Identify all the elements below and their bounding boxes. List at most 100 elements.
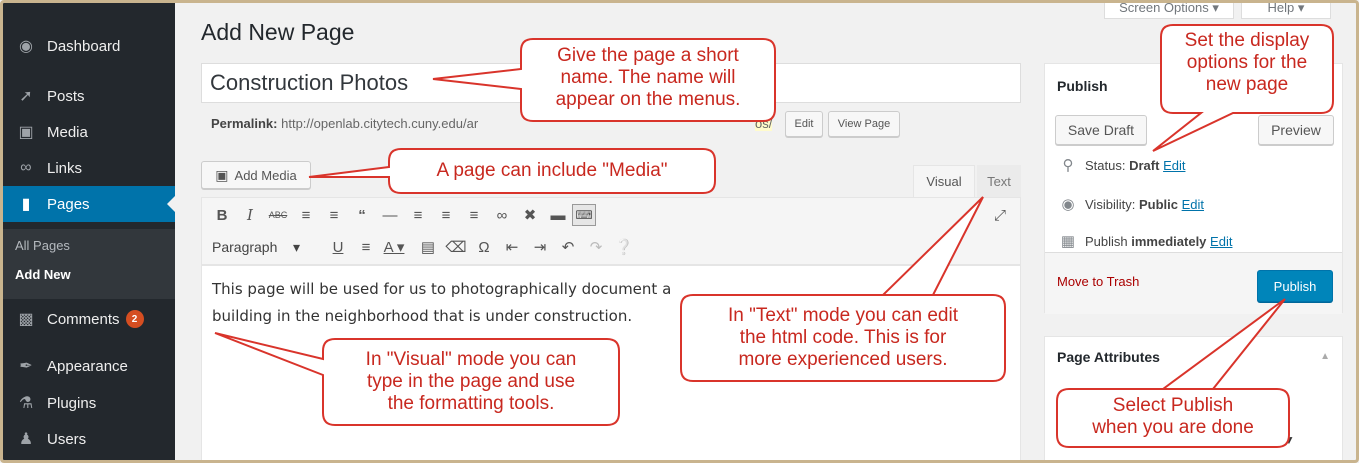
- sidebar-item-media[interactable]: ▣ Media: [3, 114, 175, 150]
- strikethrough-icon[interactable]: ABC: [264, 202, 292, 228]
- preview-button[interactable]: Preview: [1258, 115, 1334, 145]
- sidebar-item-posts[interactable]: ➚ Posts: [3, 78, 175, 114]
- screenshot-frame: ◉ Dashboard ➚ Posts ▣ Media ∞ Links ▮ Pa…: [0, 0, 1359, 463]
- sidebar-item-label: Links: [47, 159, 83, 177]
- sidebar-item-dashboard[interactable]: ◉ Dashboard: [3, 28, 175, 64]
- paste-text-icon[interactable]: ▤: [414, 234, 442, 260]
- publish-box: Publish Save Draft Preview ⚲ Status: Dra…: [1044, 63, 1343, 314]
- fullscreen-icon[interactable]: ⤢: [986, 202, 1014, 228]
- users-icon: ♟: [18, 431, 34, 448]
- status-label: Status:: [1085, 157, 1126, 173]
- sidebar-item-label: Plugins: [47, 394, 97, 412]
- submenu-all-pages[interactable]: All Pages: [15, 238, 70, 253]
- callout-visual-mode-text: In "Visual" mode you can type in the page…: [365, 349, 577, 414]
- pin-icon: ➚: [19, 88, 33, 105]
- submenu-add-new[interactable]: Add New: [15, 267, 71, 282]
- visibility-value: Public: [1138, 196, 1178, 212]
- callout-name-text: Give the page a short name. The name will…: [555, 45, 741, 110]
- sidebar-item-users[interactable]: ♟ Users: [3, 421, 175, 457]
- help-icon[interactable]: ❔: [610, 234, 638, 260]
- move-to-trash-link[interactable]: Move to Trash: [1057, 274, 1139, 289]
- page-title: Add New Page: [201, 19, 355, 45]
- permalink-slug[interactable]: os/: [755, 116, 773, 131]
- help-tab[interactable]: Help ▾: [1241, 0, 1331, 19]
- editor-toolbar: B I ABC ≡ ≡ “ — ≡ ≡ ≡ ∞ ✖ ▬ ⌨ Paragraph …: [201, 197, 1021, 265]
- plugin-icon: ⚗: [18, 395, 34, 412]
- schedule-value: immediately: [1131, 233, 1207, 249]
- sidebar-item-comments[interactable]: ▩ Comments 2: [3, 301, 175, 337]
- schedule-label: Publish: [1085, 233, 1128, 249]
- eye-icon: ◉: [1061, 196, 1075, 213]
- numbered-list-icon[interactable]: ≡: [320, 202, 348, 228]
- align-right-icon[interactable]: ≡: [460, 202, 488, 228]
- save-draft-button[interactable]: Save Draft: [1055, 115, 1147, 145]
- read-more-icon[interactable]: ▬: [544, 202, 572, 228]
- content-line-2: building in the neighborhood that is und…: [212, 307, 633, 325]
- sidebar-item-label: Media: [47, 123, 88, 141]
- callout-publish-text: Select Publish when you are done: [1092, 395, 1254, 438]
- calendar-icon: ▦: [1060, 233, 1076, 250]
- screen-options-label: Screen Options: [1119, 0, 1209, 15]
- permalink-edit-button[interactable]: Edit: [785, 111, 823, 137]
- callout-media-text: A page can include "Media": [436, 160, 668, 181]
- status-value: Draft: [1129, 157, 1160, 173]
- justify-icon[interactable]: ≡: [352, 234, 380, 260]
- indent-icon[interactable]: ⇥: [526, 234, 554, 260]
- special-character-icon[interactable]: Ω: [470, 234, 498, 260]
- pages-icon: ▮: [21, 196, 31, 213]
- toolbar-toggle-icon[interactable]: ⌨: [572, 204, 596, 226]
- bold-icon[interactable]: B: [208, 202, 236, 228]
- pin-icon: ⚲: [1062, 157, 1074, 174]
- horizontal-line-icon[interactable]: —: [376, 202, 404, 228]
- undo-icon[interactable]: ↶: [554, 234, 582, 260]
- view-page-button[interactable]: View Page: [828, 111, 900, 137]
- tab-text[interactable]: Text: [977, 165, 1021, 197]
- sidebar-item-appearance[interactable]: ✒ Appearance: [3, 348, 175, 384]
- insert-link-icon[interactable]: ∞: [488, 202, 516, 228]
- blockquote-icon[interactable]: “: [348, 202, 376, 228]
- pages-submenu: All Pages Add New: [3, 229, 175, 299]
- sidebar-item-label: Dashboard: [47, 37, 121, 55]
- underline-icon[interactable]: U: [324, 234, 352, 260]
- admin-sidebar: ◉ Dashboard ➚ Posts ▣ Media ∞ Links ▮ Pa…: [3, 3, 175, 460]
- unlink-icon[interactable]: ✖: [516, 202, 544, 228]
- outdent-icon[interactable]: ⇤: [498, 234, 526, 260]
- publish-button[interactable]: Publish: [1257, 270, 1333, 302]
- schedule-edit-link[interactable]: Edit: [1210, 234, 1232, 249]
- text-color-icon[interactable]: A ▾: [380, 234, 408, 260]
- help-label: Help: [1267, 0, 1295, 15]
- sidebar-item-plugins[interactable]: ⚗ Plugins: [3, 385, 175, 421]
- sidebar-item-links[interactable]: ∞ Links: [3, 150, 175, 186]
- toolbar-row-1: B I ABC ≡ ≡ “ — ≡ ≡ ≡ ∞ ✖ ▬ ⌨: [208, 202, 596, 228]
- schedule-row: ▦ Publish immediately Edit: [1059, 232, 1233, 250]
- sidebar-item-label: Users: [47, 430, 87, 448]
- redo-icon[interactable]: ↷: [582, 234, 610, 260]
- media-icon: ▣: [18, 124, 34, 141]
- bullet-list-icon[interactable]: ≡: [292, 202, 320, 228]
- brush-icon: ✒: [19, 358, 33, 375]
- collapse-arrow-icon[interactable]: ▲: [1320, 351, 1330, 362]
- publishing-actions: Move to Trash Publish: [1045, 252, 1342, 314]
- permalink-url[interactable]: http://openlab.citytech.cuny.edu/ar: [281, 116, 478, 131]
- content-line-1: This page will be used for us to photogr…: [212, 280, 672, 298]
- italic-icon[interactable]: I: [236, 202, 264, 228]
- sidebar-item-label: Comments: [47, 310, 120, 328]
- clear-formatting-icon[interactable]: ⌫: [442, 234, 470, 260]
- add-media-label: Add Media: [234, 167, 297, 183]
- comment-count-badge: 2: [125, 310, 144, 328]
- sidebar-item-pages[interactable]: ▮ Pages: [3, 186, 175, 222]
- media-icon: ▣: [215, 166, 229, 183]
- status-edit-link[interactable]: Edit: [1163, 158, 1185, 173]
- comment-icon: ▩: [18, 311, 34, 328]
- add-media-button[interactable]: ▣ Add Media: [201, 161, 311, 189]
- permalink-row: Permalink: http://openlab.citytech.cuny.…: [211, 116, 478, 131]
- visibility-edit-link[interactable]: Edit: [1182, 197, 1204, 212]
- tab-visual[interactable]: Visual: [913, 165, 975, 197]
- screen-options-tab[interactable]: Screen Options ▾: [1104, 0, 1234, 19]
- status-row: ⚲ Status: Draft Edit: [1059, 156, 1186, 174]
- publish-box-title: Publish: [1057, 78, 1108, 94]
- align-left-icon[interactable]: ≡: [404, 202, 432, 228]
- align-center-icon[interactable]: ≡: [432, 202, 460, 228]
- callout-text-mode-text: In "Text" mode you can edit the html code…: [727, 305, 958, 370]
- format-select[interactable]: Paragraph ▾: [208, 234, 324, 260]
